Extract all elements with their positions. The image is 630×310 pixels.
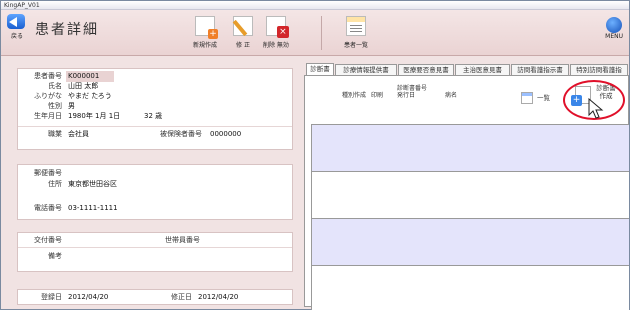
delete-button[interactable]: × 削除 無効 <box>263 16 289 49</box>
tab-medical-necessity[interactable]: 医療要否意見書 <box>398 64 454 75</box>
back-button[interactable]: 戻る <box>7 14 27 44</box>
tab-medical-info[interactable]: 診療情報提供書 <box>335 64 397 75</box>
diagnosis-tab-pane: 種別 作成 印刷 診断書番号 発行日 病名 一覧 + 診断書作成 <box>304 75 629 310</box>
note-label: 備考 <box>48 252 62 260</box>
table-row[interactable] <box>312 219 629 266</box>
new-document-icon: + <box>195 16 218 39</box>
diagnosis-list <box>311 124 629 310</box>
app-window: KingAP_V01 戻る 患者詳細 + 新規作成 修 正 × 削除 無効 患者… <box>0 0 630 310</box>
new-label: 新規作成 <box>193 42 218 49</box>
toolbar-separator <box>321 16 322 50</box>
edit-pencil-icon <box>232 16 253 37</box>
registered-date-value: 2012/04/20 <box>68 293 109 301</box>
col-print: 印刷 <box>371 92 384 99</box>
address-box: 郵便番号 住所 東京都世田谷区 電話番号 03-1111-1111 <box>17 164 293 220</box>
list-icon <box>346 16 366 36</box>
col-create: 作成 <box>354 92 367 99</box>
phone-value: 03-1111-1111 <box>68 204 118 212</box>
col-type: 種別 <box>342 92 355 99</box>
patient-birth-label: 生年月日 <box>34 112 62 120</box>
dates-box: 登録日 2012/04/20 修正日 2012/04/20 <box>17 289 293 305</box>
col-disease: 病名 <box>445 92 458 99</box>
new-button[interactable]: + 新規作成 <box>193 16 218 49</box>
list-button[interactable]: 一覧 <box>537 92 550 102</box>
table-row[interactable] <box>312 125 629 172</box>
edit-button[interactable]: 修 正 <box>232 16 253 49</box>
patient-birth-value: 1980年 1月 1日 <box>68 112 121 120</box>
back-arrow-icon <box>7 14 25 29</box>
tab-diagnosis[interactable]: 診断書 <box>306 63 334 75</box>
list-icon[interactable] <box>521 92 533 104</box>
patient-info-panel: 患者番号 K000001 氏名 山田 太郎 ふりがな やまだ たろう 性別 男 … <box>7 63 297 307</box>
menu-button[interactable]: MENU <box>605 17 623 40</box>
delete-icon: × <box>265 16 289 38</box>
mouse-cursor-icon <box>588 98 604 119</box>
modified-date-label: 修正日 <box>171 293 192 301</box>
table-row[interactable] <box>312 172 629 219</box>
zip-label: 郵便番号 <box>34 169 62 177</box>
page-title: 患者詳細 <box>35 22 99 38</box>
patient-job-value: 会社員 <box>68 130 89 138</box>
back-label: 戻る <box>10 33 23 40</box>
patient-age-value: 32 歳 <box>144 112 163 120</box>
address-label: 住所 <box>48 180 62 188</box>
document-tabs: 診断書 診療情報提供書 医療要否意見書 主治医意見書 訪問看護指示書 特別訪問看… <box>304 61 629 75</box>
toolbar: 戻る 患者詳細 + 新規作成 修 正 × 削除 無効 患者一覧 MENU <box>1 10 629 56</box>
household-number-label: 世帯員番号 <box>165 236 200 244</box>
tab-special-home-nursing[interactable]: 特別訪問看護指 <box>570 64 628 75</box>
edit-label: 修 正 <box>236 42 250 49</box>
window-title: KingAP_V01 <box>1 1 629 10</box>
col-issued: 発行日 <box>397 92 416 99</box>
delivery-number-label: 交付番号 <box>34 236 62 244</box>
phone-label: 電話番号 <box>34 204 62 212</box>
tab-home-nursing[interactable]: 訪問看護指示書 <box>511 64 569 75</box>
insured-number-value: 0000000 <box>210 130 242 138</box>
documents-panel: 診断書 診療情報提供書 医療要否意見書 主治医意見書 訪問看護指示書 特別訪問看… <box>304 61 629 310</box>
patient-basic-box: 患者番号 K000001 氏名 山田 太郎 ふりがな やまだ たろう 性別 男 … <box>17 68 293 150</box>
main-content: 患者番号 K000001 氏名 山田 太郎 ふりがな やまだ たろう 性別 男 … <box>1 57 629 310</box>
insured-number-label: 被保険者番号 <box>160 130 202 138</box>
registered-date-label: 登録日 <box>41 293 62 301</box>
patient-list-button[interactable]: 患者一覧 <box>344 16 368 49</box>
col-number: 診断書番号 <box>397 85 428 92</box>
delete-label: 削除 無効 <box>263 42 289 49</box>
menu-globe-icon <box>606 17 623 33</box>
patient-job-label: 職業 <box>48 130 62 138</box>
modified-date-value: 2012/04/20 <box>198 293 239 301</box>
table-row[interactable] <box>312 266 629 310</box>
patient-list-label: 患者一覧 <box>344 42 369 49</box>
address-value: 東京都世田谷区 <box>68 180 117 188</box>
delivery-box: 交付番号 世帯員番号 備考 <box>17 232 293 272</box>
tab-doctor-opinion[interactable]: 主治医意見書 <box>455 64 510 75</box>
menu-label: MENU <box>605 33 623 40</box>
